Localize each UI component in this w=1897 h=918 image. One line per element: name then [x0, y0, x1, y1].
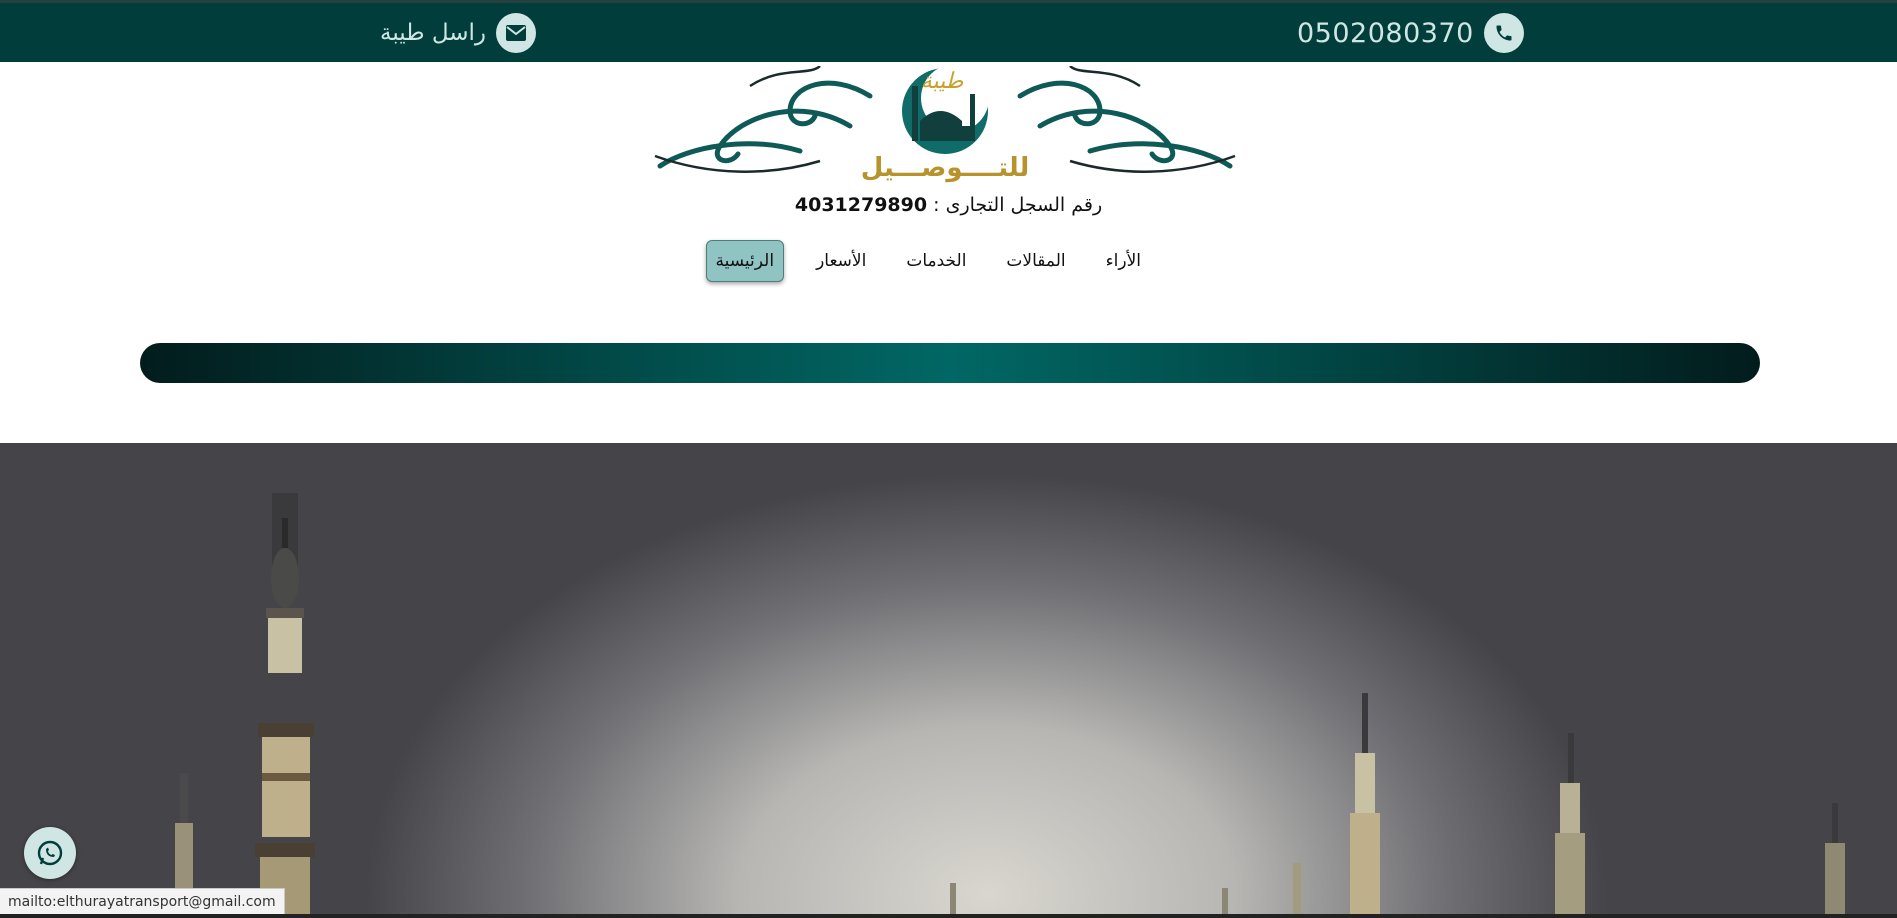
minaret-left: [255, 493, 315, 918]
nav-services[interactable]: الخدمات: [898, 241, 974, 281]
gradient-divider-banner: [140, 343, 1760, 383]
minaret-right-3: [1825, 803, 1845, 918]
phone-contact[interactable]: 0502080370: [1297, 11, 1524, 55]
main-nav: الرئيسية الأسعار الخدمات المقالات الأراء: [705, 240, 1150, 282]
hero-mosque-image: [0, 443, 1897, 918]
email-contact[interactable]: راسل طيبة: [380, 11, 537, 55]
phone-number[interactable]: 0502080370: [1297, 18, 1474, 49]
browser-status-url: mailto:elthurayatransport@gmail.com: [0, 888, 285, 915]
window-bottom-edge: [0, 914, 1897, 918]
nav-home[interactable]: الرئيسية: [705, 240, 785, 282]
registration-label: رقم السجل التجارى :: [933, 194, 1103, 216]
nav-prices[interactable]: الأسعار: [808, 241, 874, 281]
whatsapp-button[interactable]: [24, 827, 76, 879]
phone-icon[interactable]: [1483, 13, 1524, 53]
registration-number: 4031279890: [794, 194, 928, 216]
commercial-registration: رقم السجل التجارى : 4031279890: [0, 194, 1897, 216]
site-logo[interactable]: طيبة للتــــوصـــيل: [650, 64, 1240, 190]
minaret-right-1: [1350, 693, 1380, 918]
nav-articles[interactable]: المقالات: [998, 241, 1073, 281]
whatsapp-icon: [37, 840, 63, 866]
top-contact-bar: 0502080370 راسل طيبة: [0, 0, 1897, 62]
nav-reviews[interactable]: الأراء: [1098, 241, 1149, 281]
contact-taiba-link[interactable]: راسل طيبة: [380, 20, 486, 46]
logo-brand-bottom: للتــــوصـــيل: [861, 153, 1029, 183]
minaret-small-center: [950, 863, 1301, 918]
minaret-right-2: [1555, 733, 1585, 918]
envelope-icon[interactable]: [496, 13, 537, 53]
logo-brand-top: طيبة: [921, 69, 964, 94]
